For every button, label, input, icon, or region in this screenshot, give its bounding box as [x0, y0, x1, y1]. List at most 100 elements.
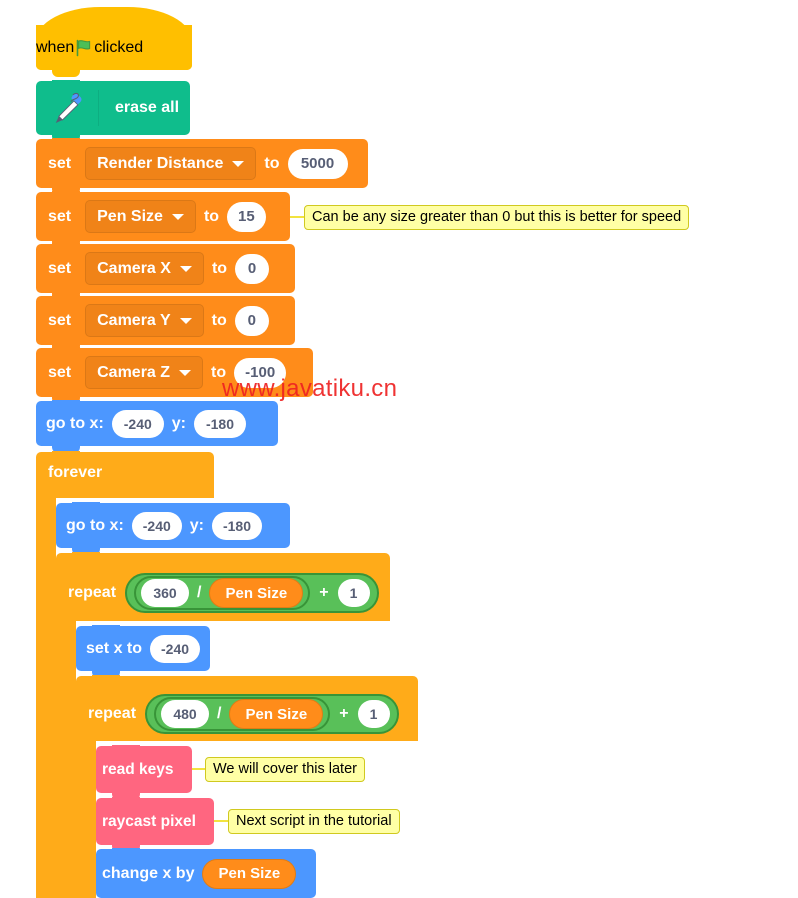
variable-dropdown-pen-size[interactable]: Pen Size [85, 200, 196, 233]
chevron-down-icon [232, 160, 245, 167]
block-top-notch [52, 138, 80, 145]
raycast-pixel-label: raycast pixel [102, 812, 196, 830]
addition-operator-360[interactable]: 360 / Pen Size + 1 [125, 573, 379, 613]
numerator-input-480[interactable]: 480 [161, 700, 210, 728]
change-x-by-label: change x by [102, 864, 195, 882]
read-keys-label: read keys [102, 760, 174, 778]
variable-name-label: Camera X [97, 259, 171, 277]
set-keyword: set [48, 259, 72, 277]
repeat-360-arm [56, 621, 76, 898]
variable-dropdown-camera-x[interactable]: Camera X [85, 252, 204, 285]
addend-input-360[interactable]: 1 [337, 579, 370, 607]
addend-input-480[interactable]: 1 [357, 700, 390, 728]
variable-name-label: Render Distance [97, 154, 224, 172]
set-keyword: set [48, 311, 72, 329]
chevron-down-icon [171, 213, 184, 220]
chevron-down-icon [179, 369, 192, 376]
block-top-notch [52, 295, 80, 302]
erase-all-top-notch [52, 80, 80, 87]
repeat-480-label-wrap: repeat 480 / Pen Size + 1 [88, 694, 399, 734]
to-keyword: to [211, 311, 227, 329]
script-canvas: when clicked erase all set Render Distan… [0, 0, 798, 898]
variable-name-label: Camera Y [97, 311, 171, 329]
numerator-input-360[interactable]: 360 [141, 579, 190, 607]
x-input-outer[interactable]: -240 [111, 409, 164, 438]
x-input-inner[interactable]: -240 [131, 511, 182, 540]
when-flag-clicked-hat-block[interactable]: when clicked [36, 7, 192, 77]
green-flag-icon [74, 38, 94, 58]
raycast-pixel-comment[interactable]: Next script in the tutorial [228, 809, 400, 834]
to-keyword: to [264, 154, 280, 172]
forever-label-wrap: forever [48, 464, 102, 482]
value-input-camera-x[interactable]: 0 [235, 253, 270, 284]
go-to-y-label: y: [171, 414, 186, 432]
set-render-distance-block[interactable]: set Render Distance to 5000 [36, 138, 368, 195]
comment-connector-read-keys [192, 768, 206, 770]
go-to-x-label: go to x: [46, 414, 104, 432]
division-operator-360[interactable]: 360 / Pen Size [134, 576, 311, 610]
set-camera-y-block[interactable]: set Camera Y to 0 [36, 295, 295, 352]
division-operator-480[interactable]: 480 / Pen Size [154, 697, 331, 731]
block-top-notch [52, 347, 80, 354]
set-x-to-block[interactable]: set x to -240 [76, 625, 210, 678]
block-top-notch [52, 400, 80, 407]
block-top-notch [52, 243, 80, 250]
hat-bottom-notch [52, 70, 80, 77]
change-x-by-block[interactable]: change x by Pen Size [96, 848, 316, 898]
pen-size-comment[interactable]: Can be any size greater than 0 but this … [304, 205, 690, 230]
y-input-inner[interactable]: -180 [212, 511, 262, 540]
plus-symbol: + [319, 584, 329, 601]
go-to-xy-block-inner[interactable]: go to x: -240 y: -180 [56, 502, 290, 555]
y-input-outer[interactable]: -180 [194, 409, 246, 438]
raycast-pixel-block[interactable]: raycast pixel [96, 797, 214, 852]
chevron-down-icon [179, 265, 192, 272]
variable-name-label: Pen Size [97, 207, 163, 225]
watermark-text: www.javatiku.cn [222, 375, 398, 402]
erase-all-label: erase all [115, 99, 180, 116]
addition-operator-480[interactable]: 480 / Pen Size + 1 [145, 694, 399, 734]
repeat-label: repeat [68, 584, 117, 601]
go-to-x-label: go to x: [66, 516, 124, 534]
divide-symbol: / [197, 584, 202, 601]
variable-dropdown-camera-z[interactable]: Camera Z [85, 356, 204, 389]
set-camera-x-block[interactable]: set Camera X to 0 [36, 243, 295, 300]
set-x-value-input[interactable]: -240 [150, 634, 201, 663]
repeat-360-label-wrap: repeat 360 / Pen Size + 1 [68, 573, 379, 613]
repeat-480-top-notch [92, 675, 120, 682]
to-keyword: to [203, 207, 220, 225]
variable-dropdown-render-distance[interactable]: Render Distance [85, 147, 257, 180]
set-pen-size-block[interactable]: set Pen Size to 15 [36, 191, 290, 248]
block-top-notch [92, 625, 120, 632]
repeat-360-top-notch [72, 552, 100, 559]
value-input-pen-size[interactable]: 15 [227, 201, 266, 232]
repeat-label: repeat [88, 705, 137, 722]
block-top-notch [112, 745, 140, 752]
set-keyword: set [48, 207, 72, 225]
read-keys-comment[interactable]: We will cover this later [205, 757, 365, 782]
set-keyword: set [48, 154, 72, 172]
go-to-xy-block-outer[interactable]: go to x: -240 y: -180 [36, 400, 278, 453]
pen-icon [48, 89, 86, 127]
value-input-render-distance[interactable]: 5000 [287, 148, 348, 179]
hat-body: when clicked [36, 25, 192, 70]
forever-label: forever [48, 464, 103, 481]
to-keyword: to [211, 259, 228, 277]
plus-symbol: + [339, 705, 349, 722]
variable-dropdown-camera-y[interactable]: Camera Y [85, 304, 204, 337]
pen-size-reporter[interactable]: Pen Size [229, 699, 324, 729]
block-top-notch [112, 797, 140, 804]
clicked-label: clicked [94, 38, 144, 56]
repeat-480-arm [76, 741, 96, 898]
pen-size-reporter-change-x[interactable]: Pen Size [202, 858, 297, 889]
when-label: when [36, 38, 75, 56]
block-top-notch [52, 191, 80, 198]
pen-size-reporter[interactable]: Pen Size [209, 578, 304, 608]
value-input-camera-y[interactable]: 0 [234, 305, 269, 336]
variable-name-label: Camera Z [97, 363, 171, 381]
set-x-to-label: set x to [86, 639, 143, 657]
chevron-down-icon [179, 317, 192, 324]
block-top-notch [72, 502, 100, 509]
read-keys-block[interactable]: read keys [96, 745, 192, 800]
block-top-notch [112, 848, 140, 855]
erase-all-block[interactable]: erase all [36, 80, 190, 142]
